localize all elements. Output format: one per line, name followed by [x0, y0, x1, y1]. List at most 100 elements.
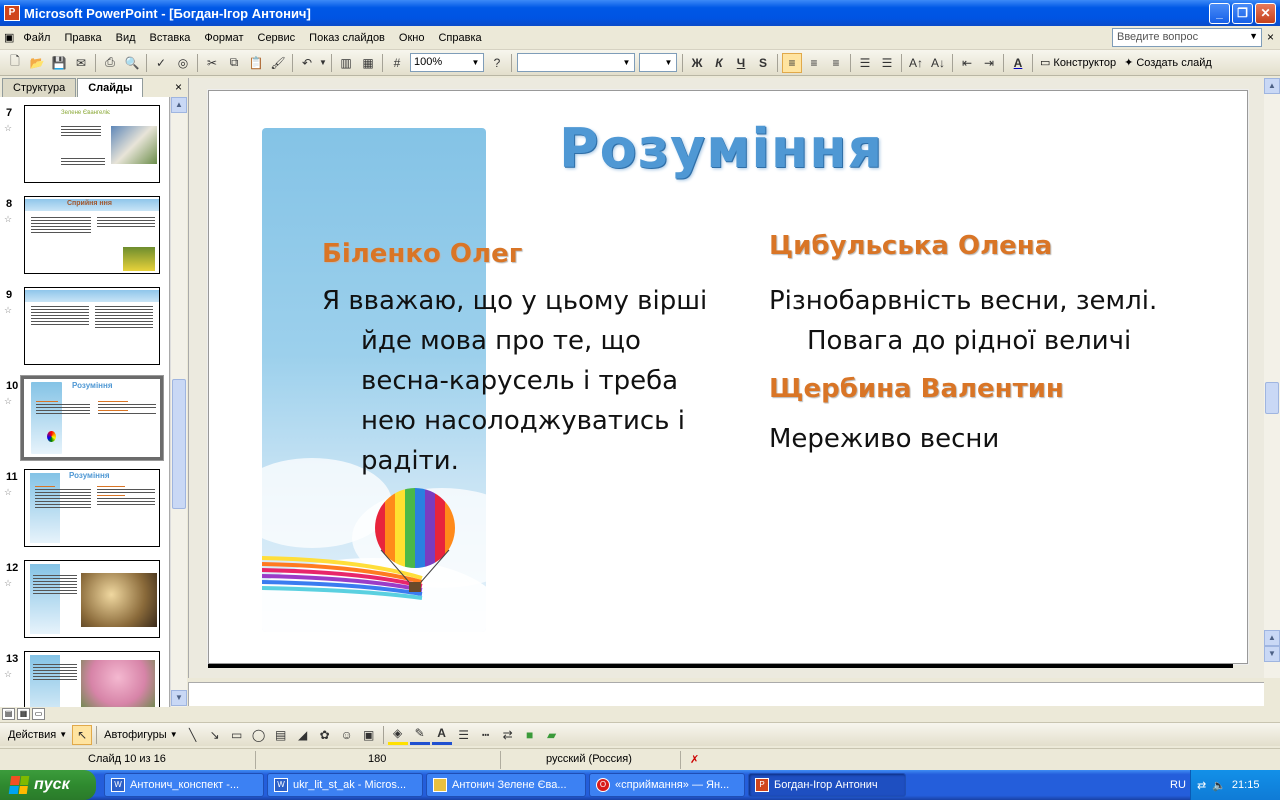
thumbnail-slide-7[interactable]: 7 ☆ Зелене Євангеліє	[0, 105, 169, 189]
thumbnail-slide-8[interactable]: 8 ☆ Сприйня ння	[0, 196, 169, 280]
paste-icon[interactable]: 📋	[246, 53, 266, 73]
close-icon[interactable]: ×	[175, 80, 182, 94]
menu-help[interactable]: Справка	[431, 32, 488, 44]
fill-color-icon[interactable]: ◈	[387, 725, 408, 745]
underline-button[interactable]: Ч	[731, 53, 751, 73]
print-icon[interactable]: ⎙	[100, 53, 120, 73]
dash-style-icon[interactable]: ┅	[476, 725, 496, 745]
clipart-icon[interactable]: ☺	[337, 725, 357, 745]
thumbnail-slide-9[interactable]: 9 ☆	[0, 287, 169, 371]
slide-sorter-icon[interactable]: ▦	[17, 708, 30, 720]
restore-button[interactable]: ❐	[1232, 3, 1253, 24]
diagram-icon[interactable]: ✿	[315, 725, 335, 745]
copy-icon[interactable]: ⧉	[224, 53, 244, 73]
designer-button[interactable]: ▭ Конструктор	[1036, 56, 1120, 70]
tab-slides[interactable]: Слайды	[77, 78, 144, 97]
scroll-up-icon[interactable]: ▲	[171, 97, 187, 113]
thumbnails-scrollbar[interactable]: ▲ ▼	[170, 97, 187, 707]
menu-slideshow[interactable]: Показ слайдов	[302, 32, 392, 44]
scroll-thumb[interactable]	[1265, 382, 1279, 414]
menu-view[interactable]: Вид	[109, 32, 143, 44]
align-left-icon[interactable]: ≡	[782, 52, 802, 73]
italic-button[interactable]: К	[709, 53, 729, 73]
decrease-indent-icon[interactable]: ⇤	[957, 53, 977, 73]
align-center-icon[interactable]: ≡	[804, 53, 824, 73]
thumbnail-slide-10[interactable]: 10 ☆ Розуміння	[0, 375, 169, 462]
taskbar-item-active[interactable]: P Богдан-Ігор Антонич	[748, 773, 906, 797]
open-icon[interactable]: 📂	[27, 53, 47, 73]
insert-chart-icon[interactable]: ▥	[336, 53, 356, 73]
menu-format[interactable]: Формат	[197, 32, 250, 44]
insert-table-icon[interactable]: ▦	[358, 53, 378, 73]
font-color-icon[interactable]: A	[431, 725, 452, 745]
permission-icon[interactable]: ✉	[71, 53, 91, 73]
student-answer-2-line2[interactable]: Повага до рідної величі	[807, 321, 1131, 361]
scroll-up-icon[interactable]: ▲	[1264, 78, 1280, 94]
shadow-style-icon[interactable]: ■	[520, 725, 540, 745]
textbox-icon[interactable]: ▤	[271, 725, 291, 745]
line-icon[interactable]: ╲	[183, 725, 203, 745]
start-button[interactable]: пуск	[0, 770, 96, 800]
actions-menu[interactable]: Действия ▼	[4, 729, 71, 741]
menu-insert[interactable]: Вставка	[143, 32, 198, 44]
close-button[interactable]: ✕	[1255, 3, 1276, 24]
undo-dropdown-icon[interactable]: ▼	[319, 53, 327, 73]
shadow-button[interactable]: S	[753, 53, 773, 73]
line-style-icon[interactable]: ☰	[454, 725, 474, 745]
help-icon[interactable]: ?	[487, 53, 507, 73]
tab-outline[interactable]: Структура	[2, 78, 77, 97]
minimize-button[interactable]: _	[1209, 3, 1230, 24]
new-icon[interactable]: 🗋	[5, 53, 25, 73]
font-size-select[interactable]: ▼	[639, 53, 677, 72]
increase-indent-icon[interactable]: ⇥	[979, 53, 999, 73]
menu-window[interactable]: Окно	[392, 32, 432, 44]
thumbnail-slide-13[interactable]: 13 ☆	[0, 651, 169, 707]
close-doc-icon[interactable]: ×	[1267, 30, 1274, 44]
student-answer-1-first-line[interactable]: Я вважаю, що у цьому вірші	[322, 281, 707, 321]
menu-edit[interactable]: Правка	[57, 32, 108, 44]
scroll-down-icon[interactable]: ▼	[171, 690, 187, 706]
doc-menu-icon[interactable]: ▣	[0, 31, 16, 44]
student-answer-1-line[interactable]: нею насолоджуватись і	[361, 401, 685, 441]
spelling-icon[interactable]: ✓	[151, 53, 171, 73]
taskbar-item[interactable]: O «сприймання» — Ян...	[589, 773, 745, 797]
student-name-2[interactable]: Цибульська Олена	[769, 231, 1052, 261]
notes-pane[interactable]	[188, 682, 1264, 706]
research-icon[interactable]: ◎	[173, 53, 193, 73]
volume-icon[interactable]: 🔈	[1212, 779, 1226, 792]
student-answer-3[interactable]: Мереживо весни	[769, 419, 999, 459]
shrink-font-icon[interactable]: A↓	[928, 53, 948, 73]
student-name-1[interactable]: Біленко Олег	[322, 239, 522, 269]
align-right-icon[interactable]: ≡	[826, 53, 846, 73]
editor-scrollbar[interactable]: ▲ ▲ ▼	[1264, 78, 1280, 678]
taskbar-item[interactable]: Wukr_lit_st_ak - Micros...	[267, 773, 423, 797]
wordart-icon[interactable]: ◢	[293, 725, 313, 745]
normal-view-icon[interactable]: ▤	[2, 708, 15, 720]
slideshow-icon[interactable]: ▭	[32, 708, 45, 720]
arrow-icon[interactable]: ↘	[205, 725, 225, 745]
line-color-icon[interactable]: ✎	[409, 725, 430, 745]
thumbnail-slide-12[interactable]: 12 ☆	[0, 560, 169, 644]
help-search-input[interactable]: Введите вопрос	[1112, 28, 1262, 47]
taskbar-item[interactable]: W Антонич_конспект -...	[104, 773, 264, 797]
undo-icon[interactable]: ↶	[297, 53, 317, 73]
oval-icon[interactable]: ◯	[249, 725, 269, 745]
scroll-down-icon[interactable]: ▼	[1264, 646, 1280, 662]
numbering-icon[interactable]: ☰	[855, 53, 875, 73]
scroll-up-icon[interactable]: ▲	[1264, 630, 1280, 646]
help-dropdown-icon[interactable]: ▼	[1249, 31, 1258, 41]
taskbar-item[interactable]: Антонич Зелене Єва...	[426, 773, 586, 797]
student-answer-1-line[interactable]: радіти.	[361, 441, 459, 481]
font-color-icon[interactable]: A	[1008, 53, 1028, 73]
student-answer-2-line1[interactable]: Різнобарвність весни, землі.	[769, 281, 1157, 321]
preview-icon[interactable]: 🔍	[122, 53, 142, 73]
bullets-icon[interactable]: ☰	[877, 53, 897, 73]
spelling-status-icon[interactable]: ✗	[690, 753, 699, 766]
rectangle-icon[interactable]: ▭	[227, 725, 247, 745]
picture-icon[interactable]: ▣	[359, 725, 379, 745]
new-slide-button[interactable]: ✦ Создать слайд	[1120, 56, 1216, 70]
select-pointer-icon[interactable]: ↖	[72, 724, 93, 745]
menu-file[interactable]: Файл	[16, 32, 57, 44]
language-indicator[interactable]: RU	[1170, 779, 1186, 791]
arrow-style-icon[interactable]: ⇄	[498, 725, 518, 745]
